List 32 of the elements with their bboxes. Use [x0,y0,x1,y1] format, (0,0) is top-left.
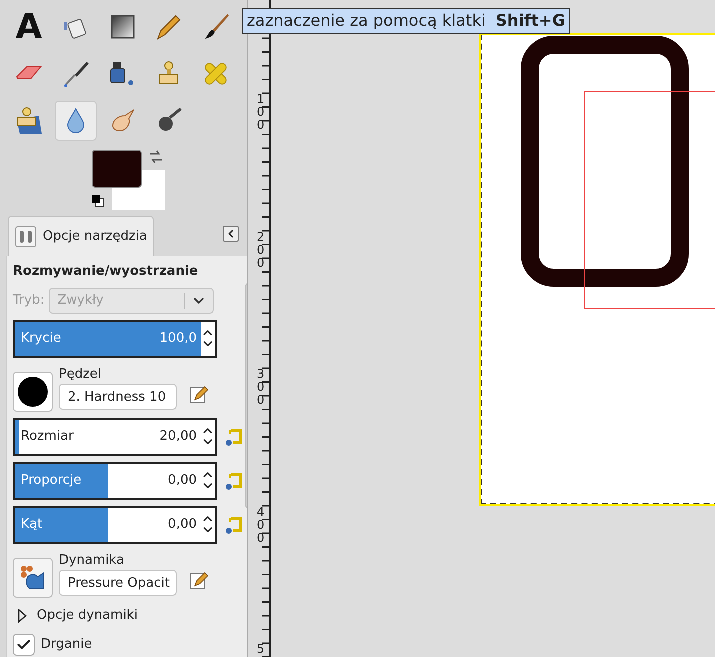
dynamics-options-expander[interactable]: Opcje dynamiki [13,604,245,628]
round-brush-icon [17,376,49,408]
dynamics-name-field[interactable]: Pressure Opacit [59,570,177,596]
tool-options-title: Rozmywanie/wyostrzanie [13,263,200,281]
sliders-icon [15,226,37,248]
stamp-on-sheet-icon [14,106,44,136]
tool-button[interactable] [54,101,97,141]
expander-triangle-icon [17,608,27,622]
ruler-label: 100 [257,93,266,132]
dynamics-preview-button[interactable] [13,558,53,598]
dynamics-label: Dynamika [59,552,126,570]
jitter-label: Drganie [41,636,92,654]
brush-preview-button[interactable] [13,372,53,412]
tooltip-text: zaznaczenie za pomocą klatki [247,10,486,32]
mode-label: Tryb: [13,292,45,310]
text-tool-glyph: A [16,12,42,42]
swap-arrows-icon[interactable] [148,150,164,164]
brush-name-field[interactable]: 2. Hardness 10 [59,384,177,410]
default-colors-icon[interactable] [91,194,105,208]
edit-icon[interactable] [189,384,209,404]
ruler-label: 400 [257,506,266,544]
edit-icon[interactable] [189,570,209,590]
brush-label: Pędzel [59,366,103,384]
jitter-checkbox[interactable] [13,634,35,656]
ruler-label: 5 [257,643,266,656]
color-swatches-drawing[interactable] [92,150,165,210]
tooltip-shortcut: Shift+G [496,10,566,32]
collapse-button[interactable] [223,226,239,242]
tool-options-tab[interactable]: Opcje narzędzia [8,216,154,256]
ruler-label: 200 [257,230,266,270]
ruler-label: 300 [257,368,266,407]
tool-button[interactable]: A [8,7,50,47]
